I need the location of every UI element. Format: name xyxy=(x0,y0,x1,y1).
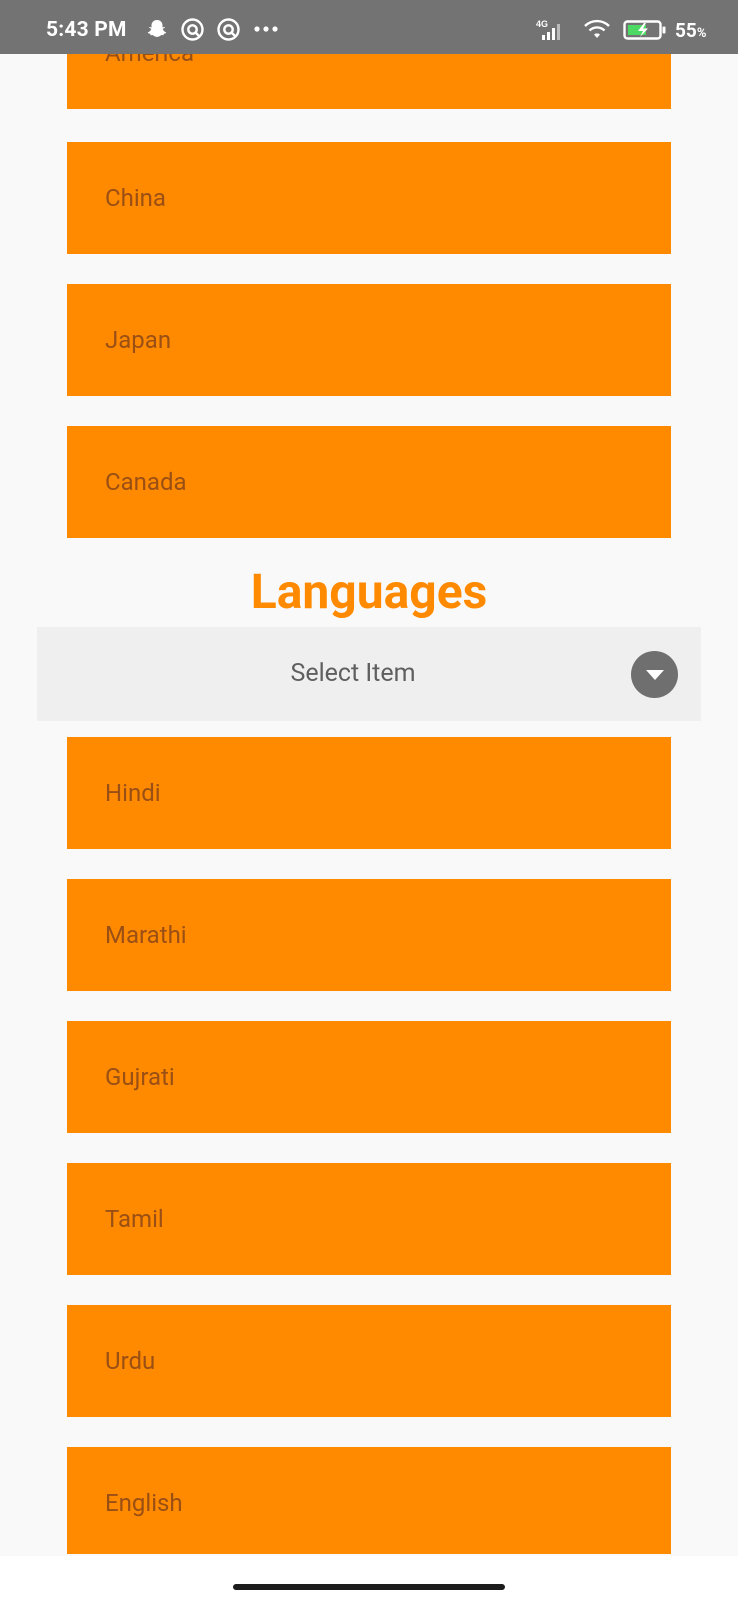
list-item-canada[interactable]: Canada xyxy=(67,426,671,538)
bottom-navigation-area xyxy=(0,1556,738,1600)
vpn-icon xyxy=(181,17,204,41)
system-icons: 4G 55% xyxy=(533,18,706,42)
list-item-label: America xyxy=(105,54,194,67)
dropdown-selected-value: Select Item xyxy=(290,659,416,688)
cellular-signal-icon: 4G xyxy=(533,18,565,42)
battery-percentage: 55% xyxy=(675,19,706,42)
chevron-down-icon[interactable] xyxy=(631,651,678,698)
status-bar: 5:43 PM 4G 55% xyxy=(0,0,738,54)
language-dropdown[interactable]: Select Item xyxy=(37,627,701,721)
list-item-label: Gujrati xyxy=(105,1063,175,1091)
list-item-english[interactable]: English xyxy=(67,1447,671,1554)
snapchat-icon xyxy=(146,18,168,40)
status-time: 5:43 PM xyxy=(46,18,127,42)
wifi-icon xyxy=(583,19,611,41)
list-item-china[interactable]: China xyxy=(67,142,671,254)
list-item-tamil[interactable]: Tamil xyxy=(67,1163,671,1275)
list-item-label: Marathi xyxy=(105,921,187,949)
section-title-languages: Languages xyxy=(250,563,488,620)
battery-charging-icon xyxy=(623,19,667,41)
list-item-label: Tamil xyxy=(105,1205,164,1233)
more-dots-icon xyxy=(253,25,279,33)
notification-icons xyxy=(146,17,292,41)
list-item-marathi[interactable]: Marathi xyxy=(67,879,671,991)
list-item-label: Canada xyxy=(105,468,187,496)
list-item-label: China xyxy=(105,184,166,212)
scroll-content[interactable]: America China Japan Canada Languages Sel… xyxy=(0,54,738,1554)
battery-unit: % xyxy=(696,25,707,41)
home-indicator[interactable] xyxy=(233,1584,505,1590)
list-item-hindi[interactable]: Hindi xyxy=(67,737,671,849)
battery-value: 55 xyxy=(675,18,697,42)
vpn-icon-2 xyxy=(217,17,240,41)
list-item-japan[interactable]: Japan xyxy=(67,284,671,396)
screen: America China Japan Canada Languages Sel… xyxy=(0,0,738,1600)
list-item-label: English xyxy=(105,1489,183,1517)
list-item-america[interactable]: America xyxy=(67,54,671,109)
list-item-urdu[interactable]: Urdu xyxy=(67,1305,671,1417)
svg-text:4G: 4G xyxy=(536,19,548,29)
list-item-gujrati[interactable]: Gujrati xyxy=(67,1021,671,1133)
list-item-label: Urdu xyxy=(105,1347,156,1375)
list-item-label: Japan xyxy=(105,326,172,354)
list-item-label: Hindi xyxy=(105,779,161,807)
